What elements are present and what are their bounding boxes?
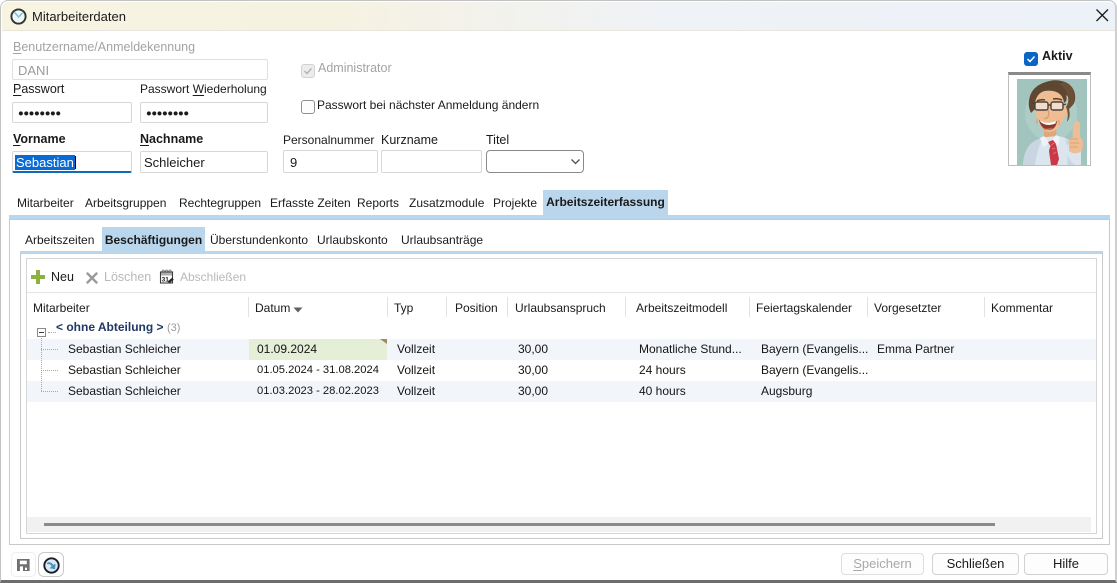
svg-text:31: 31	[162, 277, 170, 284]
